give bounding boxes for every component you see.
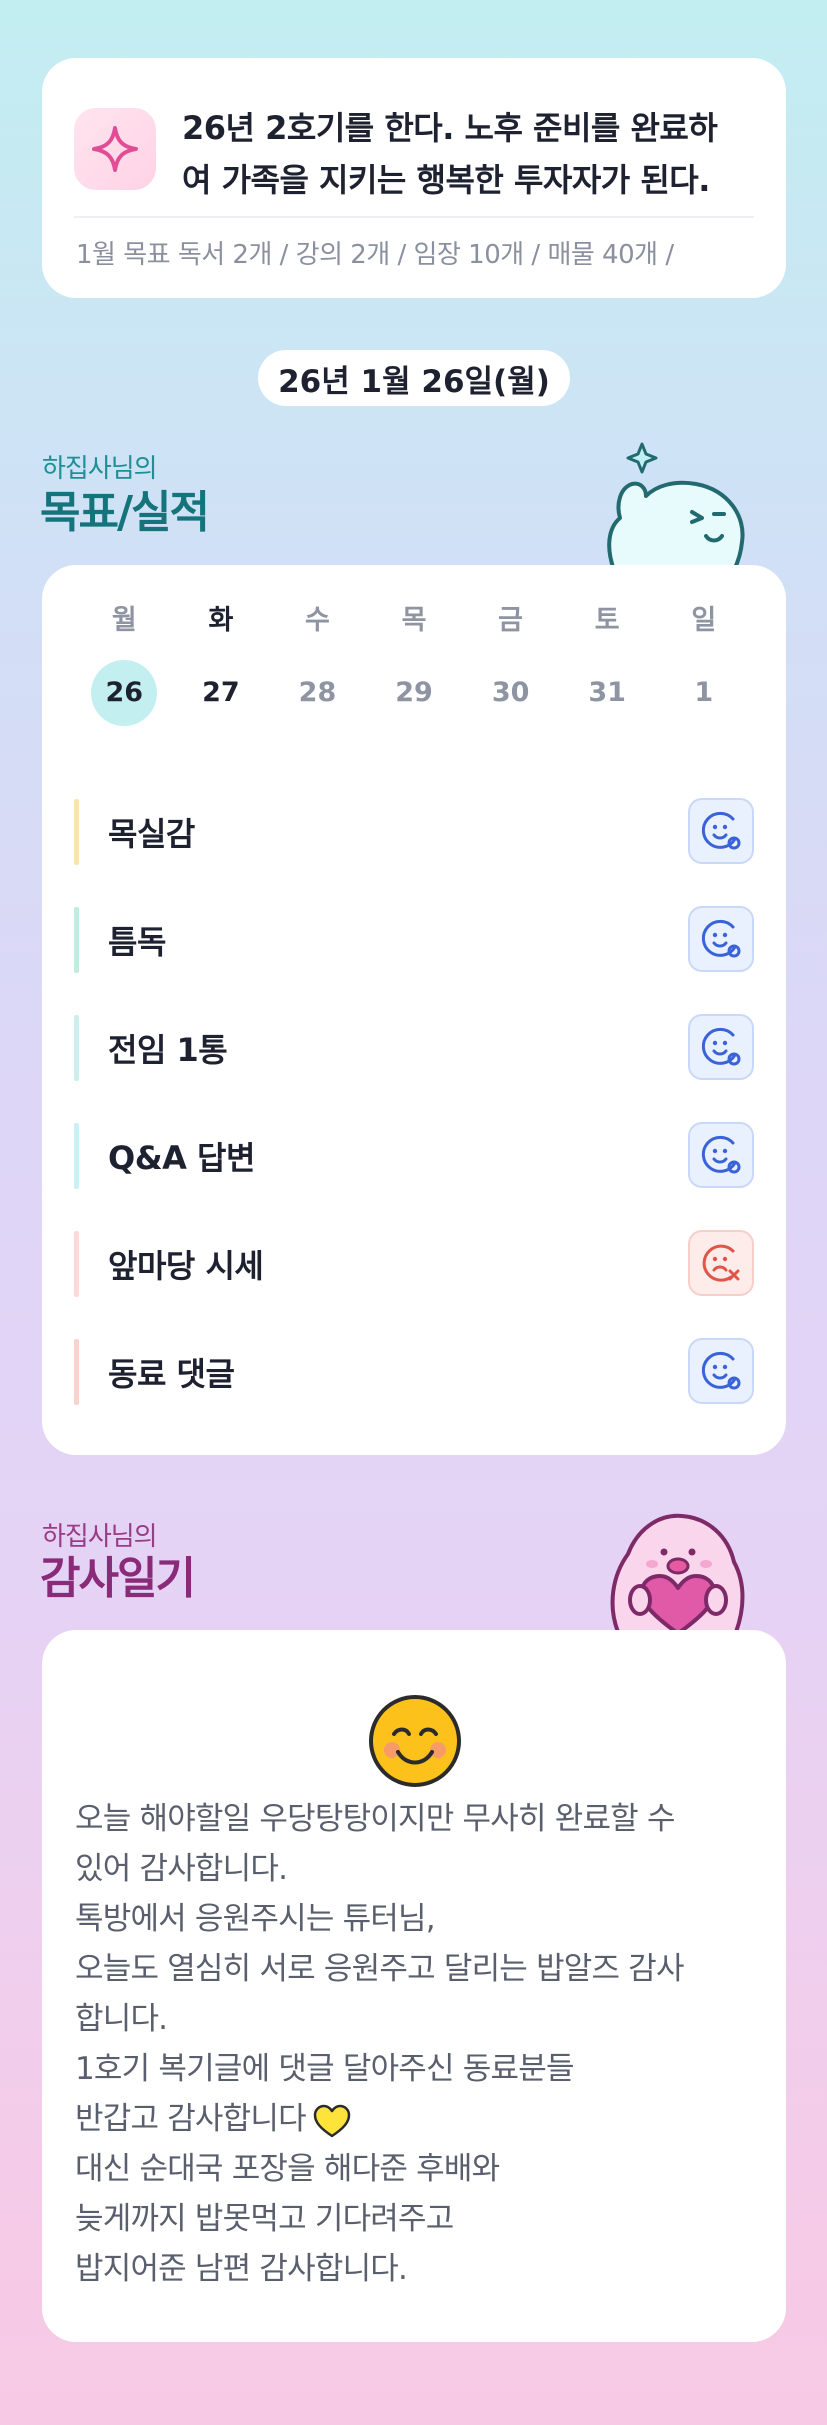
calendar-date[interactable]: 1 [655,673,752,713]
goal-card: 26년 2호기를 한다. 노후 준비를 완료하 여 가족을 지키는 행복한 투자… [42,58,786,298]
task-label: 동료 댓글 [108,1355,235,1393]
task-row: 목실감 [74,781,754,889]
status-fail-button[interactable] [688,1230,754,1296]
mascot-waving-icon [607,442,745,570]
status-done-button[interactable] [688,906,754,972]
goal-statement: 26년 2호기를 한다. 노후 준비를 완료하 여 가족을 지키는 행복한 투자… [182,109,718,199]
diary-section-title: 감사일기 [40,1553,196,1604]
frown-status-icon [702,1244,740,1282]
diary-line: 1호기 복기글에 댓글 달아주신 동료분들 [75,2051,574,2087]
task-label: 목실감 [108,815,195,853]
diary-line: 있어 감사합니다. [75,1851,288,1887]
task-color-bar [74,799,79,865]
calendar-date[interactable]: 31 [559,673,656,713]
weekday-header: 월 화 수 목 금 토 일 [76,601,752,641]
weekday-label: 목 [401,605,427,636]
status-done-button[interactable] [688,1338,754,1404]
weekday-label: 화 [208,605,234,636]
weekday-label: 일 [691,605,717,636]
task-row: 동료 댓글 [74,1321,754,1429]
task-label: 전임 1통 [108,1031,228,1069]
task-color-bar [74,907,79,973]
date-label[interactable]: 26년 1월 26일(월) [258,350,570,406]
monthly-goal: 1월 목표 독서 2개 / 강의 2개 / 임장 10개 / 매물 40개 / [76,240,674,270]
smile-status-icon [701,1351,741,1390]
smiling-face-icon [369,1695,461,1787]
diary-line: 합니다. [75,2001,168,2037]
smile-status-icon [701,811,741,850]
mascot-heart-icon [610,1513,745,1632]
task-label: 틈독 [108,923,166,961]
weekday-label: 토 [594,605,620,636]
diary-line: 오늘도 열심히 서로 응원주고 달리는 밥알즈 감사 [75,1951,685,1987]
task-label: Q&A 답변 [108,1139,255,1177]
yellow-heart-icon [313,2104,351,2137]
diary-line: 대신 순대국 포장을 해다준 후배와 [75,2151,500,2187]
diary-line: 늦게까지 밥못먹고 기다려주고 [75,2201,454,2237]
task-color-bar [74,1339,79,1405]
task-row: 전임 1통 [74,997,754,1105]
smile-status-icon [701,1135,741,1174]
task-label: 앞마당 시세 [108,1247,264,1285]
record-card: 월 화 수 목 금 토 일 26 27 28 29 30 31 1 목실감 틈독… [42,565,786,1455]
task-row: 앞마당 시세 [74,1213,754,1321]
diary-line: 반갑고 감사합니다 [75,2101,307,2137]
diary-line: 밥지어준 남편 감사합니다. [75,2251,408,2287]
weekday-label: 수 [305,605,330,636]
calendar-date-selected[interactable]: 26 [76,660,173,726]
diary-text: 오늘 해야할일 우당탕탕이지만 무사히 완료할 수 있어 감사합니다. 톡방에서… [75,1794,765,2294]
task-color-bar [74,1231,79,1297]
calendar-date[interactable]: 28 [269,673,366,713]
diary-line-with-heart: 반갑고 감사합니다 [75,2094,765,2144]
smile-status-icon [701,919,741,958]
weekday-label: 월 [111,605,137,636]
calendar-date[interactable]: 27 [173,673,270,713]
calendar-date[interactable]: 30 [462,673,559,713]
status-done-button[interactable] [688,1014,754,1080]
date-row: 26 27 28 29 30 31 1 [76,660,752,726]
status-done-button[interactable] [688,1122,754,1188]
task-color-bar [74,1015,79,1081]
task-color-bar [74,1123,79,1189]
record-section-title: 목표/실적 [40,487,210,538]
task-list: 목실감 틈독 전임 1통 Q&A 답변 앞마당 시세 동료 댓글 [74,781,754,1429]
smile-status-icon [701,1027,741,1066]
status-done-button[interactable] [688,798,754,864]
weekday-label: 금 [498,605,524,636]
diary-line: 오늘 해야할일 우당탕탕이지만 무사히 완료할 수 [75,1801,675,1837]
sparkle-icon [74,108,156,190]
task-row: Q&A 답변 [74,1105,754,1213]
calendar-date[interactable]: 29 [366,673,463,713]
task-row: 틈독 [74,889,754,997]
diary-line: 톡방에서 응원주시는 튜터님, [75,1901,436,1937]
divider [74,216,754,218]
diary-card: 오늘 해야할일 우당탕탕이지만 무사히 완료할 수 있어 감사합니다. 톡방에서… [42,1630,786,2342]
